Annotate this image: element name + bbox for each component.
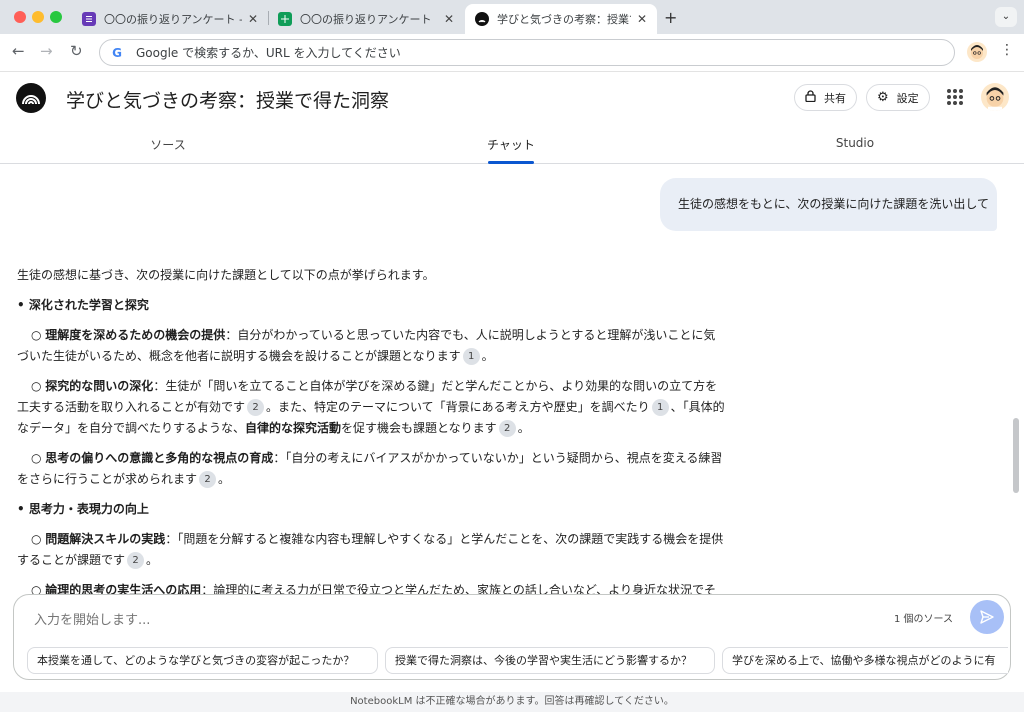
suggestion-chip[interactable]: 授業で得た洞察は、今後の学習や実生活にどう影響するか？	[385, 647, 715, 674]
citation-chip[interactable]: 2	[199, 471, 217, 488]
tab-close-icon[interactable]: ✕	[444, 12, 454, 26]
profile-avatar[interactable]	[967, 42, 987, 62]
list-item: ○ 理解度を深めるための機会の提供：自分がわかっていると思っていた内容でも、人に…	[17, 328, 716, 365]
suggestion-chip[interactable]: 本授業を通して、どのような学びと気づきの変容が起こったか？	[27, 647, 378, 674]
settings-label: 設定	[896, 91, 919, 105]
settings-button[interactable]: ⚙ 設定	[866, 84, 930, 111]
chat-panel: 生徒の感想をもとに、次の授業に向けた課題を洗い出して 生徒の感想に基づき、次の授…	[0, 164, 1024, 594]
google-forms-icon	[82, 12, 96, 26]
send-button[interactable]	[970, 600, 1004, 634]
section-heading: • 深化された学習と探究	[17, 298, 149, 312]
tab-studio[interactable]: Studio	[836, 136, 874, 150]
answer-intro: 生徒の感想に基づき、次の授業に向けた課題として以下の点が挙げられます。	[17, 268, 435, 282]
google-sheets-icon	[278, 12, 292, 26]
app-header: 学びと気づきの考察：授業で得た洞察 共有 ⚙ 設定	[0, 72, 1024, 122]
tab-sources[interactable]: ソース	[150, 136, 185, 153]
reload-icon[interactable]: ↻	[70, 42, 83, 60]
list-item: ○ 探究的な問いの深化：生徒が「問いを立てること自体が学びを深める鍵」だと学んだ…	[17, 379, 725, 437]
chat-composer: 入力を開始します... 1 個のソース 本授業を通して、どのような学びと気づきの…	[13, 594, 1011, 680]
list-item: ○ 問題解決スキルの実践：「問題を分解すると複雑な内容も理解しやすくなる」と学ん…	[17, 532, 724, 569]
tab-chat[interactable]: チャット	[487, 136, 535, 153]
section-tabs: ソース チャット Studio	[0, 122, 1024, 164]
chat-input[interactable]: 入力を開始します...	[34, 609, 150, 628]
tab-title: 〇〇の振り返りアンケート - Goo	[104, 13, 242, 26]
forward-arrow-icon[interactable]: →	[40, 42, 53, 60]
list-item: ○ 論理的思考の実生活への応用：論理的に考える力が日常で役立つと学んだため、家族…	[31, 583, 716, 594]
browser-tab-notebooklm[interactable]: 学びと気づきの考察：授業で得た ✕	[465, 4, 657, 34]
tab-search-chevron-icon[interactable]: ⌄	[995, 7, 1017, 27]
notebook-title[interactable]: 学びと気づきの考察：授業で得た洞察	[66, 86, 389, 113]
address-bar[interactable]: G Google で検索するか、URL を入力してください	[99, 39, 955, 66]
notebooklm-logo-icon[interactable]	[16, 83, 46, 113]
browser-tab-strip: 〇〇の振り返りアンケート - Goo ✕ 〇〇の振り返りアンケート（回答 ✕ 学…	[0, 0, 1024, 34]
browser-menu-icon[interactable]: ⋮	[1000, 42, 1014, 58]
user-message-bubble: 生徒の感想をもとに、次の授業に向けた課題を洗い出して	[660, 178, 997, 231]
tab-close-icon[interactable]: ✕	[637, 12, 647, 26]
window-zoom-button[interactable]	[50, 11, 62, 23]
chat-scrollbar[interactable]	[1013, 418, 1019, 493]
citation-chip[interactable]: 1	[651, 399, 669, 416]
assistant-answer: 生徒の感想に基づき、次の授業に向けた課題として以下の点が挙げられます。 • 深化…	[17, 265, 727, 594]
suggestion-chip[interactable]: 学びを深める上で、協働や多様な視点がどのように有	[722, 647, 1008, 674]
citation-chip[interactable]: 2	[498, 420, 516, 437]
back-arrow-icon[interactable]: ←	[12, 42, 25, 60]
list-item: ○ 思考の偏りへの意識と多角的な視点の育成：「自分の考えにバイアスがかかっていな…	[17, 451, 723, 488]
browser-tab-sheets[interactable]: 〇〇の振り返りアンケート（回答 ✕	[268, 4, 464, 34]
disclaimer-footer: NotebookLM は不正確な場合があります。回答は再確認してください。	[0, 692, 1024, 712]
citation-chip[interactable]: 2	[247, 399, 265, 416]
tab-title: 〇〇の振り返りアンケート（回答	[300, 13, 438, 26]
citation-chip[interactable]: 2	[127, 552, 145, 569]
apps-grid-icon[interactable]	[947, 89, 963, 105]
browser-toolbar: ← → ↻ G Google で検索するか、URL を入力してください ⋮	[0, 34, 1024, 72]
source-count: 1 個のソース	[894, 614, 954, 625]
new-tab-plus-icon[interactable]: +	[664, 8, 677, 27]
section-heading: • 思考力・表現力の向上	[17, 502, 149, 516]
send-arrow-icon	[980, 610, 994, 624]
gear-icon: ⚙	[877, 90, 889, 105]
window-minimize-button[interactable]	[32, 11, 44, 23]
lock-icon	[805, 89, 816, 106]
share-label: 共有	[824, 91, 846, 105]
citation-chip[interactable]: 1	[462, 348, 480, 365]
address-bar-placeholder: Google で検索するか、URL を入力してください	[136, 46, 401, 60]
notebooklm-icon	[475, 12, 489, 26]
share-button[interactable]: 共有	[794, 84, 857, 111]
browser-tab-forms[interactable]: 〇〇の振り返りアンケート - Goo ✕	[72, 4, 268, 34]
account-avatar[interactable]	[981, 83, 1009, 111]
google-g-icon: G	[112, 45, 122, 60]
tab-title: 学びと気づきの考察：授業で得た	[497, 13, 631, 26]
tab-close-icon[interactable]: ✕	[248, 12, 258, 26]
window-close-button[interactable]	[14, 11, 26, 23]
